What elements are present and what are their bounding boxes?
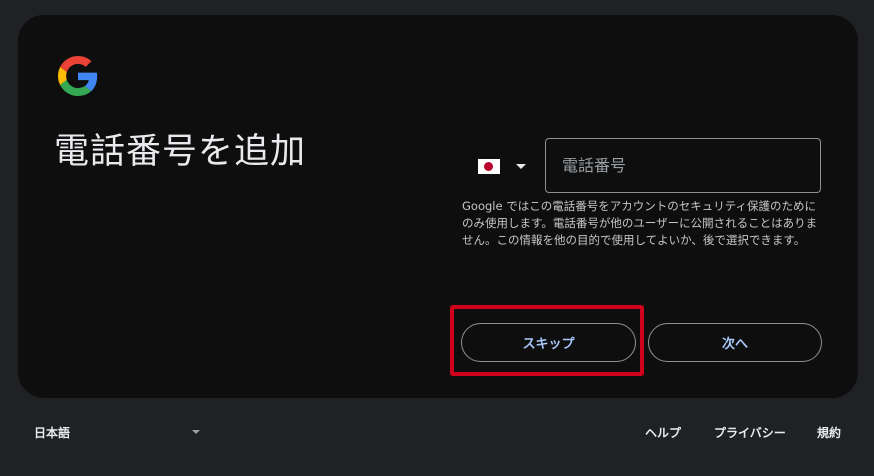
- page-title: 電話番号を追加: [54, 132, 307, 172]
- language-selector[interactable]: 日本語: [34, 422, 204, 442]
- help-link[interactable]: ヘルプ: [645, 424, 681, 441]
- google-logo-icon: [58, 56, 98, 96]
- next-button[interactable]: 次へ: [648, 323, 822, 362]
- terms-link[interactable]: 規約: [817, 424, 841, 441]
- country-code-selector[interactable]: [473, 151, 535, 181]
- page: 電話番号を追加 Google ではこの電話番号をアカウントのセキュリティ保護のた…: [0, 0, 874, 476]
- phone-number-input[interactable]: [545, 138, 821, 193]
- signin-card: 電話番号を追加 Google ではこの電話番号をアカウントのセキュリティ保護のた…: [18, 15, 858, 398]
- language-label: 日本語: [34, 425, 71, 440]
- footer: 日本語 ヘルプ プライバシー 規約: [0, 398, 874, 476]
- privacy-link[interactable]: プライバシー: [714, 424, 786, 441]
- skip-button[interactable]: スキップ: [461, 323, 636, 362]
- japan-flag-icon: [478, 158, 500, 174]
- caret-down-icon: [516, 163, 526, 169]
- phone-help-text: Google ではこの電話番号をアカウントのセキュリティ保護のためにのみ使用しま…: [462, 199, 818, 247]
- caret-down-icon: [192, 430, 200, 434]
